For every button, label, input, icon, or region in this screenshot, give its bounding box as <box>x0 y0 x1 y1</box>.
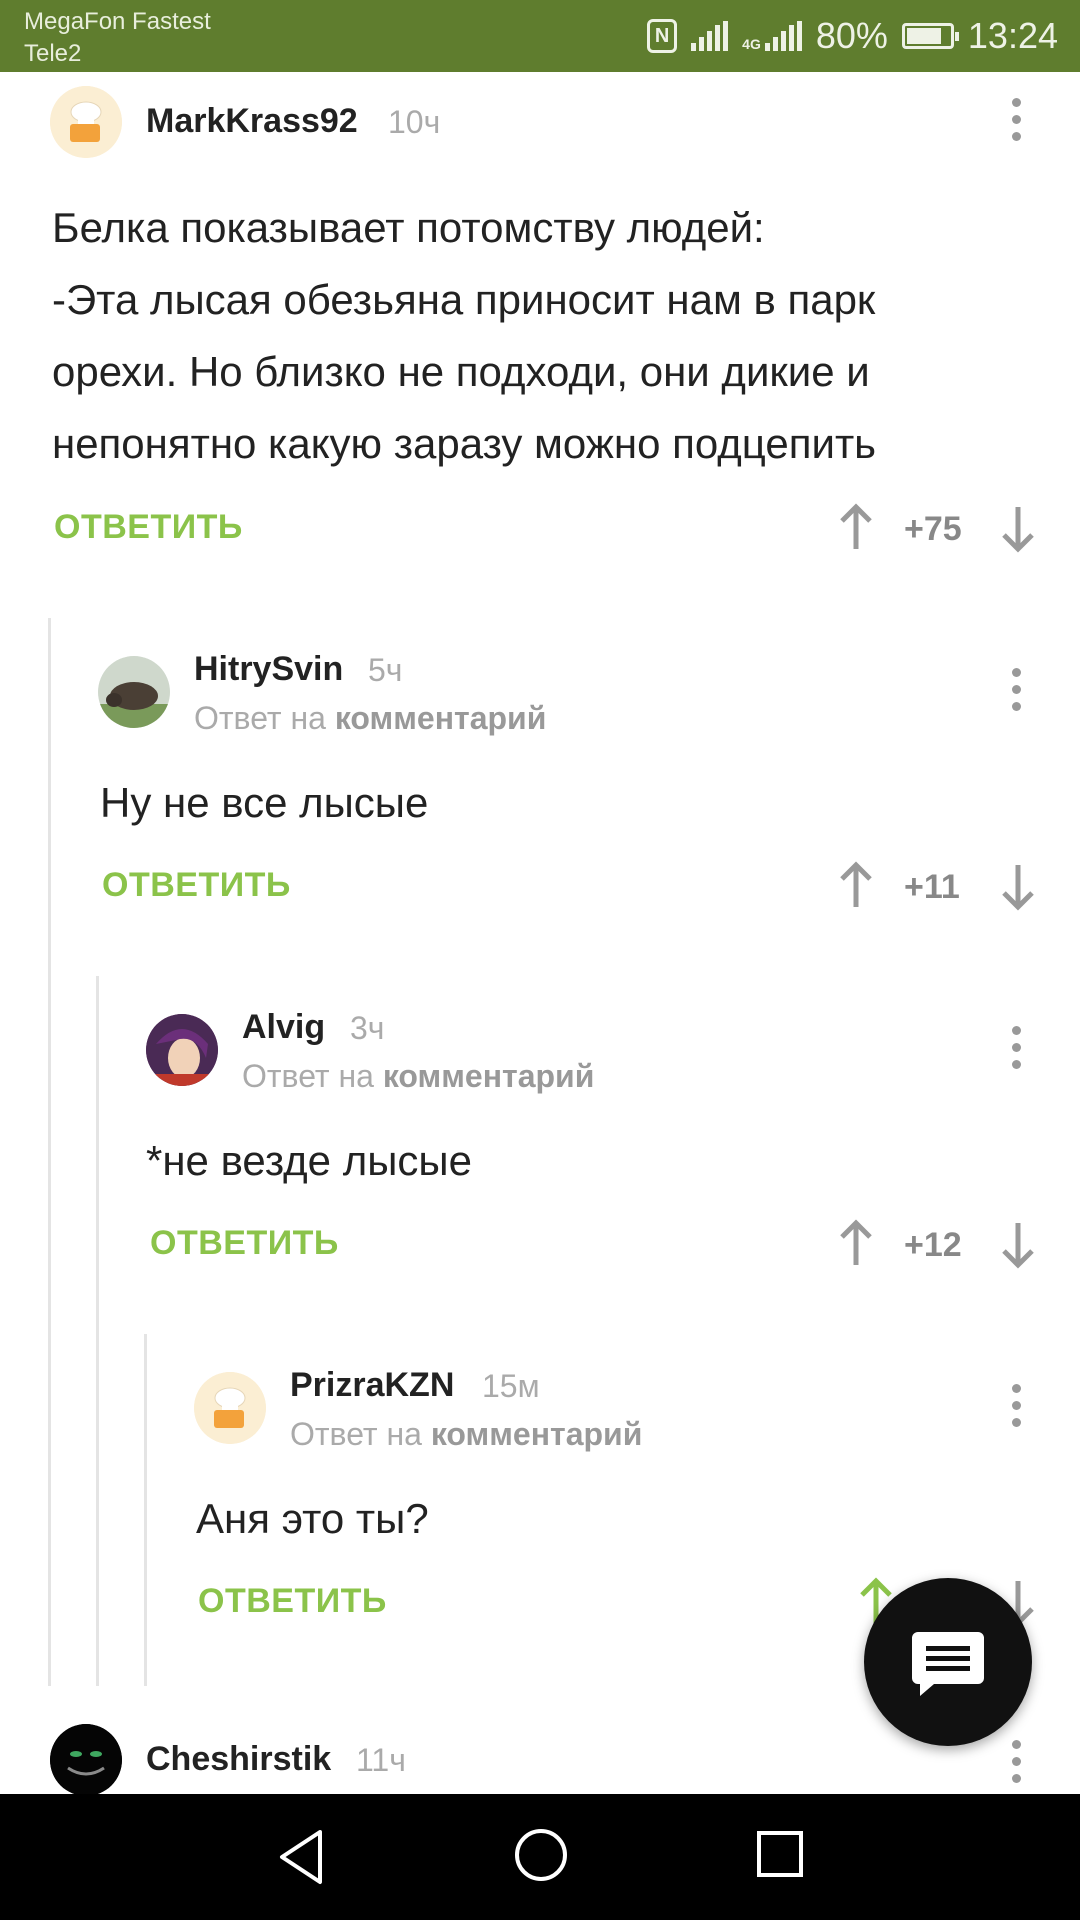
thread-line <box>48 618 51 1686</box>
clock: 13:24 <box>967 15 1058 56</box>
avatar[interactable] <box>194 1372 266 1444</box>
reply-to-info: Ответ на комментарий <box>290 1416 642 1453</box>
more-options-icon[interactable] <box>1012 1384 1022 1435</box>
more-options-icon[interactable] <box>1012 1026 1022 1077</box>
comment-text-line: орехи. Но близко не подходи, они дикие и <box>52 348 870 395</box>
status-bar: MegaFon Fastest Tele2 N 4G 80% 13:24 <box>0 0 1080 72</box>
thread-line <box>144 1334 147 1686</box>
comment-text: Белка показывает потомству людей: -Эта л… <box>52 192 876 480</box>
upvote-icon[interactable] <box>836 861 876 911</box>
reply-to-link[interactable]: комментарий <box>431 1416 643 1452</box>
upvote-icon[interactable] <box>836 1219 876 1269</box>
home-circle-icon[interactable] <box>514 1828 568 1882</box>
score: +75 <box>904 510 962 548</box>
more-options-icon[interactable] <box>1012 98 1022 149</box>
comment-username[interactable]: HitrySvin <box>194 650 343 689</box>
score: +11 <box>904 868 960 906</box>
comment-time: 10ч <box>388 104 441 140</box>
add-comment-button[interactable] <box>864 1578 1032 1746</box>
comment-time: 3ч <box>350 1010 385 1046</box>
comment-text-line: *не везде лысые <box>146 1137 472 1184</box>
more-options-icon[interactable] <box>1012 1740 1022 1791</box>
reply-button[interactable]: ОТВЕТИТЬ <box>150 1224 339 1263</box>
reply-to-prefix: Ответ на <box>290 1416 422 1452</box>
downvote-icon[interactable] <box>998 1219 1038 1269</box>
signal-icon <box>691 21 729 51</box>
reply-button[interactable]: ОТВЕТИТЬ <box>54 508 243 547</box>
comment-text-line: Аня это ты? <box>196 1495 429 1542</box>
carrier-secondary: Tele2 <box>24 40 82 67</box>
comment-username[interactable]: Alvig <box>242 1008 325 1047</box>
back-triangle-icon[interactable] <box>276 1828 326 1886</box>
reply-to-info: Ответ на комментарий <box>242 1058 594 1095</box>
comment-text-line: непонятно какую заразу можно подцепить <box>52 420 877 467</box>
network-type: 4G <box>742 36 761 52</box>
avatar[interactable] <box>50 1724 122 1796</box>
carrier-primary: MegaFon Fastest <box>24 8 211 35</box>
thread-line <box>96 976 99 1686</box>
upvote-icon[interactable] <box>836 503 876 553</box>
comment-username[interactable]: MarkKrass92 <box>146 102 358 141</box>
battery-icon <box>901 23 959 49</box>
comment-text: Аня это ты? <box>196 1483 429 1555</box>
downvote-icon[interactable] <box>998 861 1038 911</box>
reply-to-prefix: Ответ на <box>242 1058 374 1094</box>
comment-text: Ну не все лысые <box>100 767 428 839</box>
comment-time: 11ч <box>356 1742 406 1778</box>
battery-percent: 80% <box>815 15 888 56</box>
navigation-bar <box>0 1794 1080 1920</box>
comment-username[interactable]: PrizraKZN <box>290 1366 454 1405</box>
reply-to-info: Ответ на комментарий <box>194 700 546 737</box>
comment-icon <box>912 1632 984 1696</box>
comment-username[interactable]: Cheshirstik <box>146 1740 331 1779</box>
comment-time: 15м <box>482 1368 540 1404</box>
avatar[interactable] <box>146 1014 218 1086</box>
reply-button[interactable]: ОТВЕТИТЬ <box>102 866 291 905</box>
reply-to-prefix: Ответ на <box>194 700 326 736</box>
avatar[interactable] <box>50 86 122 158</box>
score: +12 <box>904 1226 962 1264</box>
more-options-icon[interactable] <box>1012 668 1022 719</box>
status-icons: N 4G 80% 13:24 <box>647 14 1058 58</box>
comment-text-line: Ну не все лысые <box>100 779 429 826</box>
reply-button[interactable]: ОТВЕТИТЬ <box>198 1582 387 1621</box>
comment-text: *не везде лысые <box>146 1125 472 1197</box>
comment-text-line: Белка показывает потомству людей: <box>52 204 765 251</box>
nfc-icon: N <box>647 19 678 53</box>
signal-4g-icon: 4G <box>742 21 802 51</box>
reply-to-link[interactable]: комментарий <box>335 700 547 736</box>
comment-text-line: -Эта лысая обезьяна приносит нам в парк <box>52 276 876 323</box>
reply-to-link[interactable]: комментарий <box>383 1058 595 1094</box>
downvote-icon[interactable] <box>998 503 1038 553</box>
avatar[interactable] <box>98 656 170 728</box>
comment-time: 5ч <box>368 652 403 688</box>
recents-square-icon[interactable] <box>756 1830 804 1878</box>
